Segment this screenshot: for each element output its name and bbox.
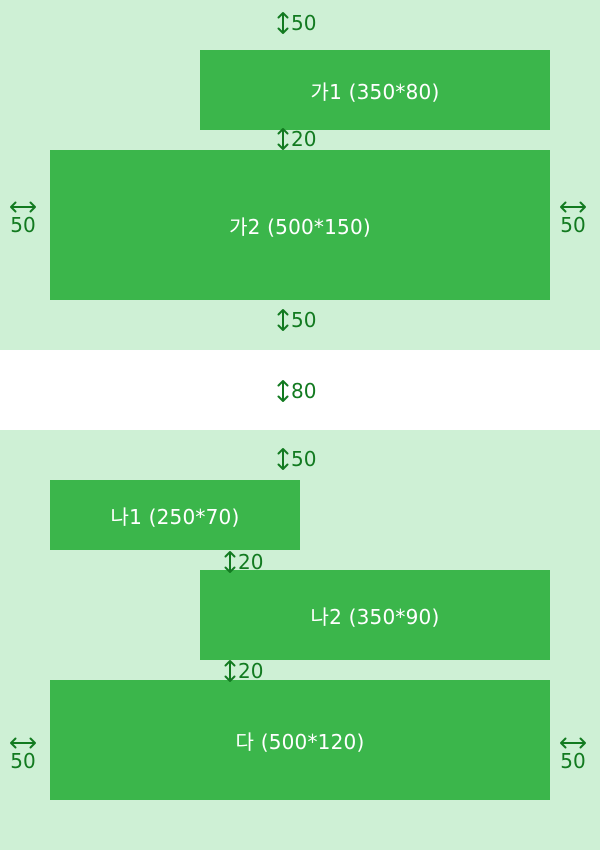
separator-value: 80 bbox=[291, 379, 317, 403]
top-bottom-margin-value: 50 bbox=[291, 308, 317, 332]
box-na2-label: 나2 (350*90) bbox=[310, 604, 440, 629]
box-ga1-label: 가1 (350*80) bbox=[310, 79, 440, 104]
top-panel: 가1 (350*80) 가2 (500*150) 50 20 50 50 50 bbox=[0, 0, 600, 350]
separator-measure: 80 bbox=[276, 379, 316, 403]
vertical-double-arrow-icon bbox=[223, 659, 237, 683]
box-na1-label: 나1 (250*70) bbox=[110, 504, 240, 529]
horizontal-double-arrow-icon bbox=[559, 200, 587, 214]
bottom-left-margin-value: 50 bbox=[10, 749, 36, 773]
box-da-label: 다 (500*120) bbox=[235, 729, 365, 754]
vertical-double-arrow-icon bbox=[276, 127, 290, 151]
horizontal-double-arrow-icon bbox=[559, 736, 587, 750]
vertical-double-arrow-icon bbox=[276, 447, 290, 471]
bottom-left-margin-measure: 50 bbox=[8, 736, 38, 772]
box-ga1: 가1 (350*80) bbox=[200, 50, 550, 130]
bottom-right-margin-measure: 50 bbox=[558, 736, 588, 772]
na1-gap-value: 20 bbox=[238, 550, 264, 574]
na2-gap-measure: 20 bbox=[223, 659, 263, 683]
top-right-margin-value: 50 bbox=[560, 213, 586, 237]
top-margin-value: 50 bbox=[291, 11, 317, 35]
bottom-right-margin-value: 50 bbox=[560, 749, 586, 773]
vertical-double-arrow-icon bbox=[276, 308, 290, 332]
top-left-margin-value: 50 bbox=[10, 213, 36, 237]
horizontal-double-arrow-icon bbox=[9, 736, 37, 750]
box-na1: 나1 (250*70) bbox=[50, 480, 300, 550]
vertical-double-arrow-icon bbox=[276, 11, 290, 35]
bottom-top-margin-measure: 50 bbox=[276, 447, 316, 471]
top-margin-measure: 50 bbox=[276, 11, 316, 35]
bottom-panel: 나1 (250*70) 나2 (350*90) 다 (500*120) 50 2… bbox=[0, 430, 600, 850]
top-left-margin-measure: 50 bbox=[8, 200, 38, 236]
na1-gap-measure: 20 bbox=[223, 550, 263, 574]
top-bottom-margin-measure: 50 bbox=[276, 308, 316, 332]
top-right-margin-measure: 50 bbox=[558, 200, 588, 236]
ga-gap-measure: 20 bbox=[276, 127, 316, 151]
bottom-top-margin-value: 50 bbox=[291, 447, 317, 471]
horizontal-double-arrow-icon bbox=[9, 200, 37, 214]
box-ga2-label: 가2 (500*150) bbox=[229, 214, 371, 239]
vertical-double-arrow-icon bbox=[276, 379, 290, 403]
vertical-double-arrow-icon bbox=[223, 550, 237, 574]
box-ga2: 가2 (500*150) bbox=[50, 150, 550, 300]
box-na2: 나2 (350*90) bbox=[200, 570, 550, 660]
ga-gap-value: 20 bbox=[291, 127, 317, 151]
box-da: 다 (500*120) bbox=[50, 680, 550, 800]
na2-gap-value: 20 bbox=[238, 659, 264, 683]
